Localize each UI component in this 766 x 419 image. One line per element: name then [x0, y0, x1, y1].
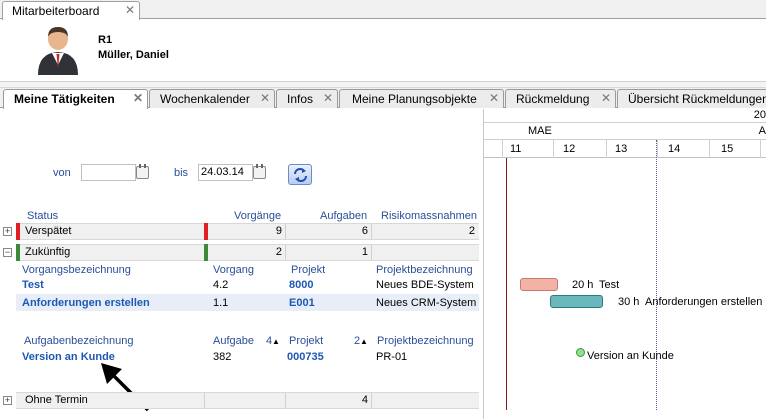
vorgangsbezeichnung-header[interactable]: Vorgangsbezeichnung	[22, 264, 131, 276]
from-date-input[interactable]	[81, 164, 136, 181]
projekt-header[interactable]: Projekt	[289, 335, 323, 347]
from-label: von	[53, 167, 71, 179]
day-separator	[606, 140, 607, 158]
day-label: 11	[510, 143, 522, 155]
tab-meine-planungsobjekte[interactable]: Meine Planungsobjekte ✕	[339, 89, 504, 108]
day-label: 13	[615, 143, 628, 155]
tab-rueckmeldung[interactable]: Rückmeldung ✕	[505, 89, 616, 108]
vorgang-number: 1.1	[213, 297, 229, 309]
projektbezeichnung-header[interactable]: Projektbezeichnung	[376, 264, 473, 276]
tab-label: Meine Planungsobjekte	[352, 92, 477, 106]
calendar-icon[interactable]	[136, 164, 149, 179]
group-name: Zukünftig	[25, 246, 71, 258]
gantt-year-row: 20	[484, 109, 766, 123]
day-separator	[760, 140, 761, 158]
collapse-icon[interactable]: −	[3, 248, 12, 257]
tab-label: Rückmeldung	[516, 92, 590, 106]
tab-wochenkalender[interactable]: Wochenkalender ✕	[149, 89, 275, 108]
day-label: 15	[721, 143, 734, 155]
group-name: Verspätet	[25, 225, 72, 237]
day-label: 12	[563, 143, 576, 155]
close-icon[interactable]: ✕	[489, 91, 499, 105]
group-aufgaben: 4	[361, 394, 368, 406]
to-label: bis	[174, 167, 189, 179]
window-tab-label: Mitarbeiterboard	[12, 4, 100, 18]
projekt-link[interactable]: E001	[289, 297, 315, 309]
aufgaben-header[interactable]: Aufgaben	[320, 210, 367, 222]
group-aufgaben: 6	[361, 225, 368, 237]
projektbezeichnung: Neues BDE-System	[376, 279, 474, 291]
projektbezeichnung-header[interactable]: Projektbezeichnung	[377, 335, 474, 347]
group-vorgaenge: 9	[275, 225, 282, 237]
aufgabe-header[interactable]: Aufgabe	[213, 335, 254, 347]
day-separator	[709, 140, 710, 158]
risikomassnahmen-header[interactable]: Risikomassnahmen	[381, 210, 477, 222]
projekt-link[interactable]: 8000	[289, 279, 313, 291]
group-row-zukuenftig[interactable]: Zukünftig 2 1	[16, 244, 479, 261]
day-label: 14	[668, 143, 681, 155]
tab-label: Meine Tätigkeiten	[14, 92, 115, 106]
week-boundary-line	[656, 140, 657, 410]
vorgaenge-header[interactable]: Vorgänge	[234, 210, 281, 222]
status-header[interactable]: Status	[27, 210, 58, 222]
projekt-header[interactable]: Projekt	[291, 264, 325, 276]
gantt-week-row: MAE A	[484, 123, 766, 140]
close-icon[interactable]: ✕	[323, 91, 333, 105]
aufgabenbezeichnung-header[interactable]: Aufgabenbezeichnung	[24, 335, 133, 347]
expand-icon[interactable]: +	[3, 396, 12, 405]
refresh-icon	[294, 168, 307, 182]
aufgabe-number: 382	[213, 351, 232, 363]
sort-asc-icon[interactable]: ▲	[272, 337, 280, 346]
projekt-link[interactable]: 000735	[287, 351, 324, 363]
vorgang-link-anforderungen[interactable]: Anforderungen erstellen	[22, 297, 150, 309]
bar-label: Anforderungen erstellen	[645, 296, 763, 308]
group-row-ohne-termin[interactable]: Ohne Termin 4	[16, 392, 479, 409]
tab-label: Übersicht Rückmeldungen	[628, 92, 766, 106]
view-tab-strip: Meine Tätigkeiten ✕ Wochenkalender ✕ Inf…	[0, 88, 766, 109]
group-cell	[208, 393, 286, 408]
bar-label: Test	[599, 279, 620, 291]
sort-asc-icon[interactable]: ▲	[360, 337, 368, 346]
group-risiko: 2	[468, 225, 475, 237]
week-label-right: A	[758, 125, 766, 137]
milestone-label: Version an Kunde	[587, 350, 674, 362]
gantt-bar-anforderungen[interactable]	[550, 295, 603, 308]
tab-meine-taetigkeiten[interactable]: Meine Tätigkeiten ✕	[3, 89, 148, 109]
tab-infos[interactable]: Infos ✕	[276, 89, 338, 108]
vorgang-number: 4.2	[213, 279, 229, 291]
tab-label: Wochenkalender	[160, 92, 250, 106]
week-label: MAE	[528, 125, 552, 137]
milestone-marker[interactable]	[576, 348, 585, 357]
vorgang-link-test[interactable]: Test	[22, 279, 44, 291]
refresh-button[interactable]	[288, 164, 312, 185]
gantt-bar-test[interactable]	[520, 278, 558, 291]
bar-hours: 30 h	[618, 296, 640, 308]
user-name: Müller, Daniel	[98, 49, 169, 61]
close-icon[interactable]: ✕	[601, 91, 611, 105]
day-separator	[553, 140, 554, 158]
group-row-verspaetet[interactable]: Verspätet 9 6 2	[16, 223, 479, 240]
close-icon[interactable]: ✕	[260, 91, 270, 105]
tab-uebersicht-rueckmeldungen[interactable]: Übersicht Rückmeldungen	[617, 89, 766, 108]
group-aufgaben: 1	[361, 246, 368, 258]
group-name: Ohne Termin	[25, 394, 88, 406]
today-line	[506, 158, 507, 410]
close-icon[interactable]: ✕	[133, 91, 143, 105]
bar-hours: 20 h	[572, 279, 594, 291]
projektbezeichnung: Neues CRM-System	[376, 297, 477, 309]
day-separator	[502, 140, 503, 158]
close-icon[interactable]: ✕	[125, 3, 135, 17]
vorgang-header[interactable]: Vorgang	[213, 264, 254, 276]
group-vorgaenge: 2	[275, 246, 282, 258]
tab-label: Infos	[287, 92, 314, 106]
window-tab-mitarbeiterboard[interactable]: Mitarbeiterboard ✕	[2, 1, 140, 20]
calendar-icon[interactable]	[253, 164, 266, 179]
day-separator	[657, 140, 658, 158]
projektbezeichnung: PR-01	[376, 351, 408, 363]
user-avatar-icon	[38, 27, 78, 75]
user-role: R1	[98, 34, 113, 46]
expand-icon[interactable]: +	[3, 227, 12, 236]
year-label: 20	[753, 109, 766, 121]
to-date-input[interactable]: 24.03.14	[198, 164, 253, 181]
